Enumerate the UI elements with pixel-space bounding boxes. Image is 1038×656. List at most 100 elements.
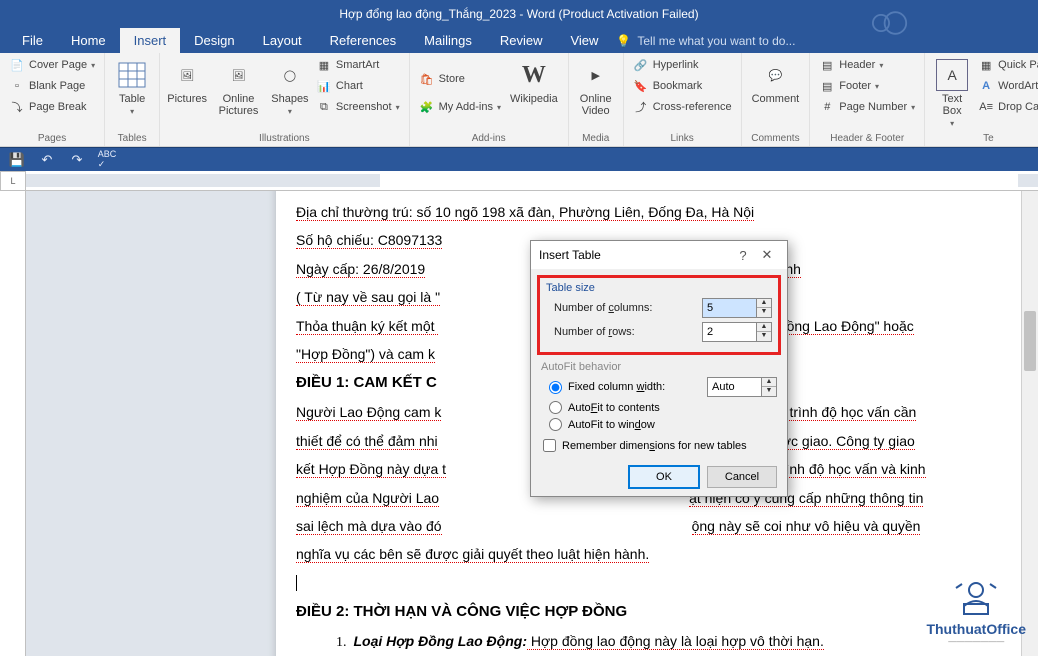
fixed-width-input[interactable] <box>707 377 762 397</box>
num-rows-input[interactable] <box>702 322 757 342</box>
horizontal-ruler[interactable] <box>26 171 1038 191</box>
doc-heading: ĐIỀU 2: THỜI HẠN VÀ CÔNG VIỆC HỢP ĐỒNG <box>296 600 926 624</box>
blank-page-icon: ▫ <box>9 78 25 94</box>
ribbon-group-pages: 📄Cover Page▾ ▫Blank Page ⤵Page Break Pag… <box>0 53 105 146</box>
wordart-icon: A <box>978 78 994 94</box>
num-columns-spinner[interactable]: ▲▼ <box>702 298 772 318</box>
shapes-button[interactable]: ◯Shapes▾ <box>269 55 311 131</box>
num-columns-label: Number of columns: <box>554 302 696 314</box>
group-label-comments: Comments <box>748 131 804 146</box>
remember-dimensions-checkbox[interactable] <box>543 439 556 452</box>
online-pictures-button[interactable]: 🖼Online Pictures <box>210 55 267 131</box>
cancel-button[interactable]: Cancel <box>707 466 777 488</box>
online-video-button[interactable]: ▶Online Video <box>575 55 617 131</box>
online-pictures-icon: 🖼 <box>223 59 255 91</box>
num-rows-spinner[interactable]: ▲▼ <box>702 322 772 342</box>
footer-button[interactable]: ▤Footer▾ <box>816 76 918 96</box>
smartart-button[interactable]: ▦SmartArt <box>313 55 403 75</box>
fixed-width-radio[interactable] <box>549 381 562 394</box>
tell-me-label: Tell me what you want to do... <box>637 34 795 48</box>
blank-page-button[interactable]: ▫Blank Page <box>6 76 98 96</box>
quickparts-button[interactable]: ▦Quick Pa <box>975 55 1038 75</box>
bookmark-icon: 🔖 <box>633 78 649 94</box>
menu-home[interactable]: Home <box>57 28 120 53</box>
save-button[interactable]: 💾 <box>8 151 26 169</box>
textbox-button[interactable]: AText Box▾ <box>931 55 973 131</box>
header-button[interactable]: ▤Header▾ <box>816 55 918 75</box>
bookmark-button[interactable]: 🔖Bookmark <box>630 76 735 96</box>
video-icon: ▶ <box>580 59 612 91</box>
ribbon-group-illustrations: 🖼Pictures 🖼Online Pictures ◯Shapes▾ ▦Sma… <box>160 53 409 146</box>
watermark-icon <box>946 574 1006 618</box>
doc-line: Ngày cấp: 26/8/2019 <box>296 261 425 278</box>
menu-mailings[interactable]: Mailings <box>410 28 486 53</box>
dialog-close-button[interactable]: ✕ <box>755 247 779 263</box>
menu-design[interactable]: Design <box>180 28 248 53</box>
pictures-button[interactable]: 🖼Pictures <box>166 55 208 131</box>
menu-layout[interactable]: Layout <box>249 28 316 53</box>
ruler-corner[interactable]: L <box>0 171 26 191</box>
pictures-icon: 🖼 <box>171 59 203 91</box>
spellcheck-button[interactable]: ABC✓ <box>98 151 116 169</box>
spinner-up[interactable]: ▲ <box>757 323 771 332</box>
smartart-icon: ▦ <box>316 57 332 73</box>
fixed-width-spinner[interactable]: ▲▼ <box>707 377 777 397</box>
group-label-illustrations: Illustrations <box>166 131 402 146</box>
autofit-label: AutoFit behavior <box>541 361 777 373</box>
spinner-up[interactable]: ▲ <box>762 378 776 387</box>
redo-button[interactable]: ↷ <box>68 151 86 169</box>
ribbon-group-comments: 💬Comment Comments <box>742 53 811 146</box>
dialog-help-button[interactable]: ? <box>731 248 755 263</box>
tell-me-search[interactable]: 💡 Tell me what you want to do... <box>616 28 795 53</box>
doc-line: ( Từ nay về sau gọi là " <box>296 289 440 306</box>
wikipedia-button[interactable]: WWikipedia <box>506 55 562 131</box>
footer-icon: ▤ <box>819 78 835 94</box>
screenshot-button[interactable]: ⧉Screenshot▾ <box>313 97 403 117</box>
dialog-titlebar[interactable]: Insert Table ? ✕ <box>531 241 787 269</box>
store-icon: 🛍 <box>419 71 435 87</box>
header-icon: ▤ <box>819 57 835 73</box>
hyperlink-button[interactable]: 🔗Hyperlink <box>630 55 735 75</box>
menu-references[interactable]: References <box>316 28 410 53</box>
ribbon-group-media: ▶Online Video Media <box>569 53 624 146</box>
doc-line: Địa chỉ thường trú: số 10 ngõ 198 xã đàn… <box>296 204 754 221</box>
my-addins-button[interactable]: 🧩My Add-ins▾ <box>416 97 504 117</box>
undo-button[interactable]: ↶ <box>38 151 56 169</box>
num-columns-input[interactable] <box>702 298 757 318</box>
doc-line: "Hợp Đồng") và cam k <box>296 346 435 363</box>
spinner-down[interactable]: ▼ <box>762 387 776 396</box>
wordart-button[interactable]: AWordArt <box>975 76 1038 96</box>
crossref-button[interactable]: ⤴Cross-reference <box>630 97 735 117</box>
menu-review[interactable]: Review <box>486 28 557 53</box>
spinner-down[interactable]: ▼ <box>757 332 771 341</box>
menu-insert[interactable]: Insert <box>120 28 181 53</box>
menu-view[interactable]: View <box>556 28 612 53</box>
decorative-circles <box>872 5 908 41</box>
page-break-button[interactable]: ⤵Page Break <box>6 97 98 117</box>
spinner-down[interactable]: ▼ <box>757 308 771 317</box>
table-size-label: Table size <box>546 282 772 294</box>
group-label-pages: Pages <box>6 131 98 146</box>
wikipedia-icon: W <box>518 59 550 91</box>
pagenum-button[interactable]: #Page Number▾ <box>816 97 918 117</box>
store-button[interactable]: 🛍Store <box>416 69 504 89</box>
cover-page-button[interactable]: 📄Cover Page▾ <box>6 55 98 75</box>
ok-button[interactable]: OK <box>629 466 699 488</box>
text-cursor <box>296 575 297 591</box>
scrollbar-thumb[interactable] <box>1024 311 1036 371</box>
chart-button[interactable]: 📊Chart <box>313 76 403 96</box>
comment-button[interactable]: 💬Comment <box>748 55 804 131</box>
menu-file[interactable]: File <box>8 28 57 53</box>
table-button[interactable]: Table▾ <box>111 55 153 131</box>
autofit-window-radio[interactable] <box>549 418 562 431</box>
ribbon-group-headerfooter: ▤Header▾ ▤Footer▾ #Page Number▾ Header &… <box>810 53 925 146</box>
autofit-contents-radio[interactable] <box>549 401 562 414</box>
spinner-up[interactable]: ▲ <box>757 299 771 308</box>
watermark-sub: ——————— <box>926 637 1026 646</box>
group-label-text: Te <box>931 131 1038 146</box>
insert-table-dialog: Insert Table ? ✕ Table size Number of co… <box>530 240 788 497</box>
dropcap-button[interactable]: A≡Drop Ca <box>975 97 1038 117</box>
ribbon: 📄Cover Page▾ ▫Blank Page ⤵Page Break Pag… <box>0 53 1038 147</box>
vertical-ruler[interactable] <box>0 191 26 656</box>
ribbon-group-links: 🔗Hyperlink 🔖Bookmark ⤴Cross-reference Li… <box>624 53 742 146</box>
